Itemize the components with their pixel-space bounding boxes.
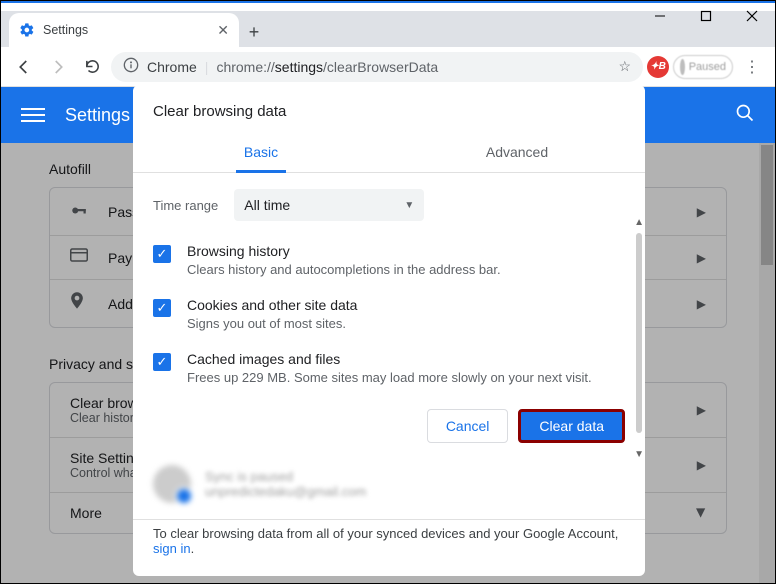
- extension-icon[interactable]: ✦B: [647, 56, 669, 78]
- profile-status: Paused: [689, 61, 726, 73]
- dialog-actions: Cancel Clear data: [133, 395, 645, 457]
- clear-data-button[interactable]: Clear data: [518, 409, 625, 443]
- time-range-label: Time range: [153, 198, 218, 213]
- cookies-option[interactable]: ✓ Cookies and other site data Signs you …: [153, 287, 625, 341]
- forward-button[interactable]: [43, 52, 73, 82]
- dialog-tabs: Basic Advanced: [133, 132, 645, 173]
- cache-option[interactable]: ✓ Cached images and files Frees up 229 M…: [153, 341, 625, 395]
- sync-title: Sync is paused: [205, 469, 366, 484]
- option-title: Browsing history: [187, 243, 501, 259]
- url-scheme: chrome://: [216, 59, 274, 75]
- tab-basic[interactable]: Basic: [133, 132, 389, 172]
- site-info-icon[interactable]: [123, 57, 139, 76]
- chevron-down-icon: ▼: [404, 200, 414, 211]
- dialog-scrollbar[interactable]: [636, 233, 642, 433]
- time-range-select[interactable]: All time ▼: [234, 189, 424, 221]
- tab-title: Settings: [43, 23, 88, 37]
- reload-button[interactable]: [77, 52, 107, 82]
- avatar-icon: [680, 59, 685, 75]
- avatar: [153, 465, 191, 503]
- url-main: settings: [275, 59, 323, 75]
- browser-toolbar: Chrome | chrome://settings/clearBrowserD…: [1, 47, 775, 87]
- window-close-button[interactable]: [729, 1, 775, 31]
- option-sub: Frees up 229 MB. Some sites may load mor…: [187, 370, 592, 385]
- window-controls: [637, 1, 775, 31]
- dialog-title: Clear browsing data: [133, 85, 645, 132]
- search-icon[interactable]: [735, 103, 755, 128]
- time-range-row: Time range All time ▼: [153, 189, 625, 221]
- browser-tab[interactable]: Settings ✕: [9, 13, 239, 47]
- window-maximize-button[interactable]: [683, 1, 729, 31]
- scroll-down-icon[interactable]: ▼: [634, 449, 644, 460]
- scroll-up-icon[interactable]: ▲: [634, 217, 644, 228]
- new-tab-button[interactable]: +: [239, 17, 269, 47]
- checkbox-checked-icon[interactable]: ✓: [153, 299, 171, 317]
- cancel-button[interactable]: Cancel: [427, 409, 509, 443]
- url-rest: /clearBrowserData: [323, 59, 438, 75]
- option-sub: Clears history and autocompletions in th…: [187, 262, 501, 277]
- address-bar[interactable]: Chrome | chrome://settings/clearBrowserD…: [111, 52, 643, 82]
- window-minimize-button[interactable]: [637, 1, 683, 31]
- checkbox-checked-icon[interactable]: ✓: [153, 353, 171, 371]
- checkbox-checked-icon[interactable]: ✓: [153, 245, 171, 263]
- profile-chip[interactable]: Paused: [673, 55, 733, 79]
- sign-in-link[interactable]: sign in: [153, 541, 191, 556]
- hamburger-icon[interactable]: [21, 103, 45, 127]
- option-sub: Signs you out of most sites.: [187, 316, 357, 331]
- url-prefix: Chrome: [147, 59, 197, 75]
- browsing-history-option[interactable]: ✓ Browsing history Clears history and au…: [153, 233, 625, 287]
- tab-advanced[interactable]: Advanced: [389, 132, 645, 172]
- dialog-body: ▲ ▼ Time range All time ▼ ✓ Browsing his…: [133, 173, 645, 395]
- bookmark-star-icon[interactable]: ☆: [618, 58, 631, 75]
- back-button[interactable]: [9, 52, 39, 82]
- footer-text: To clear browsing data from all of your …: [153, 526, 618, 541]
- time-range-value: All time: [244, 197, 290, 213]
- option-title: Cached images and files: [187, 351, 592, 367]
- close-icon[interactable]: ✕: [217, 22, 229, 39]
- gear-icon: [19, 22, 35, 38]
- menu-button[interactable]: ⋮: [737, 52, 767, 82]
- sync-status-row: Sync is paused unpredictedaku@gmail.com: [133, 457, 645, 513]
- option-title: Cookies and other site data: [187, 297, 357, 313]
- sync-email: unpredictedaku@gmail.com: [205, 484, 366, 499]
- clear-browsing-data-dialog: Clear browsing data Basic Advanced ▲ ▼ T…: [133, 85, 645, 576]
- dialog-footer: To clear browsing data from all of your …: [133, 519, 645, 570]
